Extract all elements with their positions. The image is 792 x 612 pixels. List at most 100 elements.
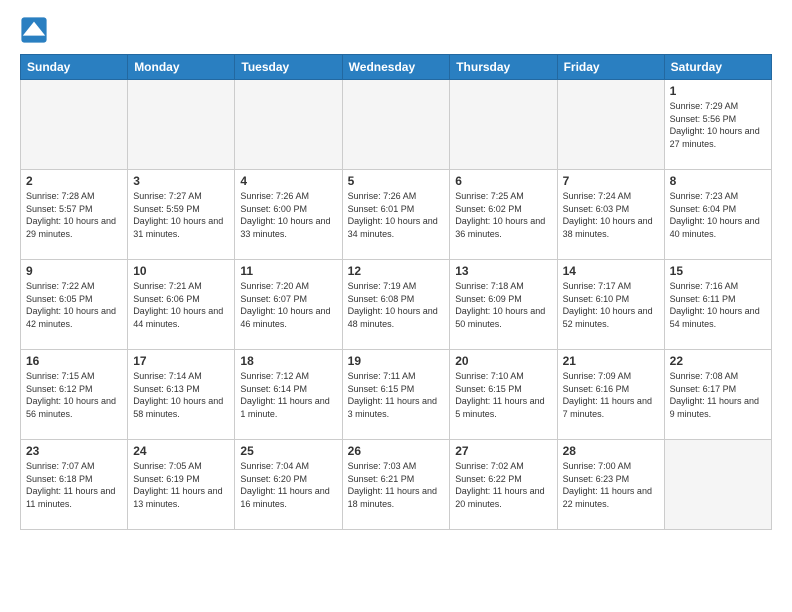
day-number: 28 [563,444,659,458]
calendar-cell: 24 Sunrise: 7:05 AM Sunset: 6:19 PM Dayli… [128,440,235,530]
day-number: 5 [348,174,445,188]
day-number: 4 [240,174,336,188]
day-info: Sunrise: 7:25 AM Sunset: 6:02 PM Dayligh… [455,190,551,240]
calendar-cell: 13 Sunrise: 7:18 AM Sunset: 6:09 PM Dayli… [450,260,557,350]
calendar-cell: 7Sunrise: 7:24 AM Sunset: 6:03 PM Daylig… [557,170,664,260]
week-row-4: 16Sunrise: 7:15 AM Sunset: 6:12 PM Dayli… [21,350,772,440]
calendar-cell: 19 Sunrise: 7:11 AM Sunset: 6:15 PM Dayli… [342,350,450,440]
calendar-cell: 3 Sunrise: 7:27 AM Sunset: 5:59 PM Daylig… [128,170,235,260]
day-number: 22 [670,354,766,368]
day-number: 20 [455,354,551,368]
day-header-tuesday: Tuesday [235,55,342,80]
day-number: 17 [133,354,229,368]
day-info: Sunrise: 7:10 AM Sunset: 6:15 PM Dayligh… [455,370,551,420]
calendar-cell: 11 Sunrise: 7:20 AM Sunset: 6:07 PM Dayli… [235,260,342,350]
calendar-cell [450,80,557,170]
day-number: 16 [26,354,122,368]
day-info: Sunrise: 7:16 AM Sunset: 6:11 PM Dayligh… [670,280,766,330]
day-info: Sunrise: 7:04 AM Sunset: 6:20 PM Dayligh… [240,460,336,510]
day-info: Sunrise: 7:19 AM Sunset: 6:08 PM Dayligh… [348,280,445,330]
calendar-cell: 9 Sunrise: 7:22 AM Sunset: 6:05 PM Daylig… [21,260,128,350]
calendar-cell: 26 Sunrise: 7:03 AM Sunset: 6:21 PM Dayli… [342,440,450,530]
day-info: Sunrise: 7:03 AM Sunset: 6:21 PM Dayligh… [348,460,445,510]
calendar-cell [235,80,342,170]
day-number: 2 [26,174,122,188]
calendar-cell: 16Sunrise: 7:15 AM Sunset: 6:12 PM Dayli… [21,350,128,440]
calendar-cell: 4 Sunrise: 7:26 AM Sunset: 6:00 PM Daylig… [235,170,342,260]
logo [20,16,50,44]
day-number: 6 [455,174,551,188]
day-info: Sunrise: 7:20 AM Sunset: 6:07 PM Dayligh… [240,280,336,330]
day-number: 11 [240,264,336,278]
calendar-cell: 1 Sunrise: 7:29 AM Sunset: 5:56 PM Daylig… [664,80,771,170]
day-info: Sunrise: 7:22 AM Sunset: 6:05 PM Dayligh… [26,280,122,330]
calendar-cell: 5 Sunrise: 7:26 AM Sunset: 6:01 PM Daylig… [342,170,450,260]
week-row-3: 9 Sunrise: 7:22 AM Sunset: 6:05 PM Daylig… [21,260,772,350]
day-number: 24 [133,444,229,458]
calendar-cell [557,80,664,170]
day-info: Sunrise: 7:24 AM Sunset: 6:03 PM Dayligh… [563,190,659,240]
day-header-sunday: Sunday [21,55,128,80]
calendar-cell [342,80,450,170]
calendar-cell: 10 Sunrise: 7:21 AM Sunset: 6:06 PM Dayli… [128,260,235,350]
day-number: 18 [240,354,336,368]
day-info: Sunrise: 7:07 AM Sunset: 6:18 PM Dayligh… [26,460,122,510]
day-info: Sunrise: 7:17 AM Sunset: 6:10 PM Dayligh… [563,280,659,330]
page: SundayMondayTuesdayWednesdayThursdayFrid… [0,0,792,550]
day-number: 8 [670,174,766,188]
day-info: Sunrise: 7:14 AM Sunset: 6:13 PM Dayligh… [133,370,229,420]
day-number: 12 [348,264,445,278]
day-header-thursday: Thursday [450,55,557,80]
calendar-cell: 14 Sunrise: 7:17 AM Sunset: 6:10 PM Dayli… [557,260,664,350]
calendar-cell: 2Sunrise: 7:28 AM Sunset: 5:57 PM Daylig… [21,170,128,260]
calendar-header-row: SundayMondayTuesdayWednesdayThursdayFrid… [21,55,772,80]
day-number: 26 [348,444,445,458]
day-number: 13 [455,264,551,278]
day-number: 9 [26,264,122,278]
day-number: 1 [670,84,766,98]
calendar-cell: 25 Sunrise: 7:04 AM Sunset: 6:20 PM Dayli… [235,440,342,530]
day-header-monday: Monday [128,55,235,80]
calendar-cell [21,80,128,170]
day-info: Sunrise: 7:27 AM Sunset: 5:59 PM Dayligh… [133,190,229,240]
day-info: Sunrise: 7:05 AM Sunset: 6:19 PM Dayligh… [133,460,229,510]
day-info: Sunrise: 7:26 AM Sunset: 6:00 PM Dayligh… [240,190,336,240]
calendar-cell: 23 Sunrise: 7:07 AM Sunset: 6:18 PM Dayli… [21,440,128,530]
calendar-cell: 18 Sunrise: 7:12 AM Sunset: 6:14 PM Dayli… [235,350,342,440]
day-info: Sunrise: 7:12 AM Sunset: 6:14 PM Dayligh… [240,370,336,420]
calendar-cell: 28Sunrise: 7:00 AM Sunset: 6:23 PM Dayli… [557,440,664,530]
calendar-cell [664,440,771,530]
calendar-cell: 22 Sunrise: 7:08 AM Sunset: 6:17 PM Dayli… [664,350,771,440]
day-info: Sunrise: 7:21 AM Sunset: 6:06 PM Dayligh… [133,280,229,330]
calendar-cell: 20 Sunrise: 7:10 AM Sunset: 6:15 PM Dayli… [450,350,557,440]
day-info: Sunrise: 7:26 AM Sunset: 6:01 PM Dayligh… [348,190,445,240]
day-header-friday: Friday [557,55,664,80]
day-header-wednesday: Wednesday [342,55,450,80]
day-info: Sunrise: 7:11 AM Sunset: 6:15 PM Dayligh… [348,370,445,420]
day-header-saturday: Saturday [664,55,771,80]
week-row-1: 1 Sunrise: 7:29 AM Sunset: 5:56 PM Daylig… [21,80,772,170]
day-info: Sunrise: 7:29 AM Sunset: 5:56 PM Dayligh… [670,100,766,150]
day-info: Sunrise: 7:18 AM Sunset: 6:09 PM Dayligh… [455,280,551,330]
calendar-cell: 12 Sunrise: 7:19 AM Sunset: 6:08 PM Dayli… [342,260,450,350]
calendar-cell [128,80,235,170]
calendar-cell: 15Sunrise: 7:16 AM Sunset: 6:11 PM Dayli… [664,260,771,350]
day-number: 21 [563,354,659,368]
day-number: 25 [240,444,336,458]
day-number: 27 [455,444,551,458]
day-number: 14 [563,264,659,278]
day-info: Sunrise: 7:08 AM Sunset: 6:17 PM Dayligh… [670,370,766,420]
calendar-cell: 17 Sunrise: 7:14 AM Sunset: 6:13 PM Dayli… [128,350,235,440]
day-number: 3 [133,174,229,188]
day-info: Sunrise: 7:23 AM Sunset: 6:04 PM Dayligh… [670,190,766,240]
calendar-cell: 27Sunrise: 7:02 AM Sunset: 6:22 PM Dayli… [450,440,557,530]
day-number: 10 [133,264,229,278]
calendar: SundayMondayTuesdayWednesdayThursdayFrid… [20,54,772,530]
day-number: 19 [348,354,445,368]
day-number: 23 [26,444,122,458]
calendar-cell: 21Sunrise: 7:09 AM Sunset: 6:16 PM Dayli… [557,350,664,440]
week-row-5: 23 Sunrise: 7:07 AM Sunset: 6:18 PM Dayli… [21,440,772,530]
calendar-cell: 6 Sunrise: 7:25 AM Sunset: 6:02 PM Daylig… [450,170,557,260]
logo-icon [20,16,48,44]
header [20,16,772,44]
